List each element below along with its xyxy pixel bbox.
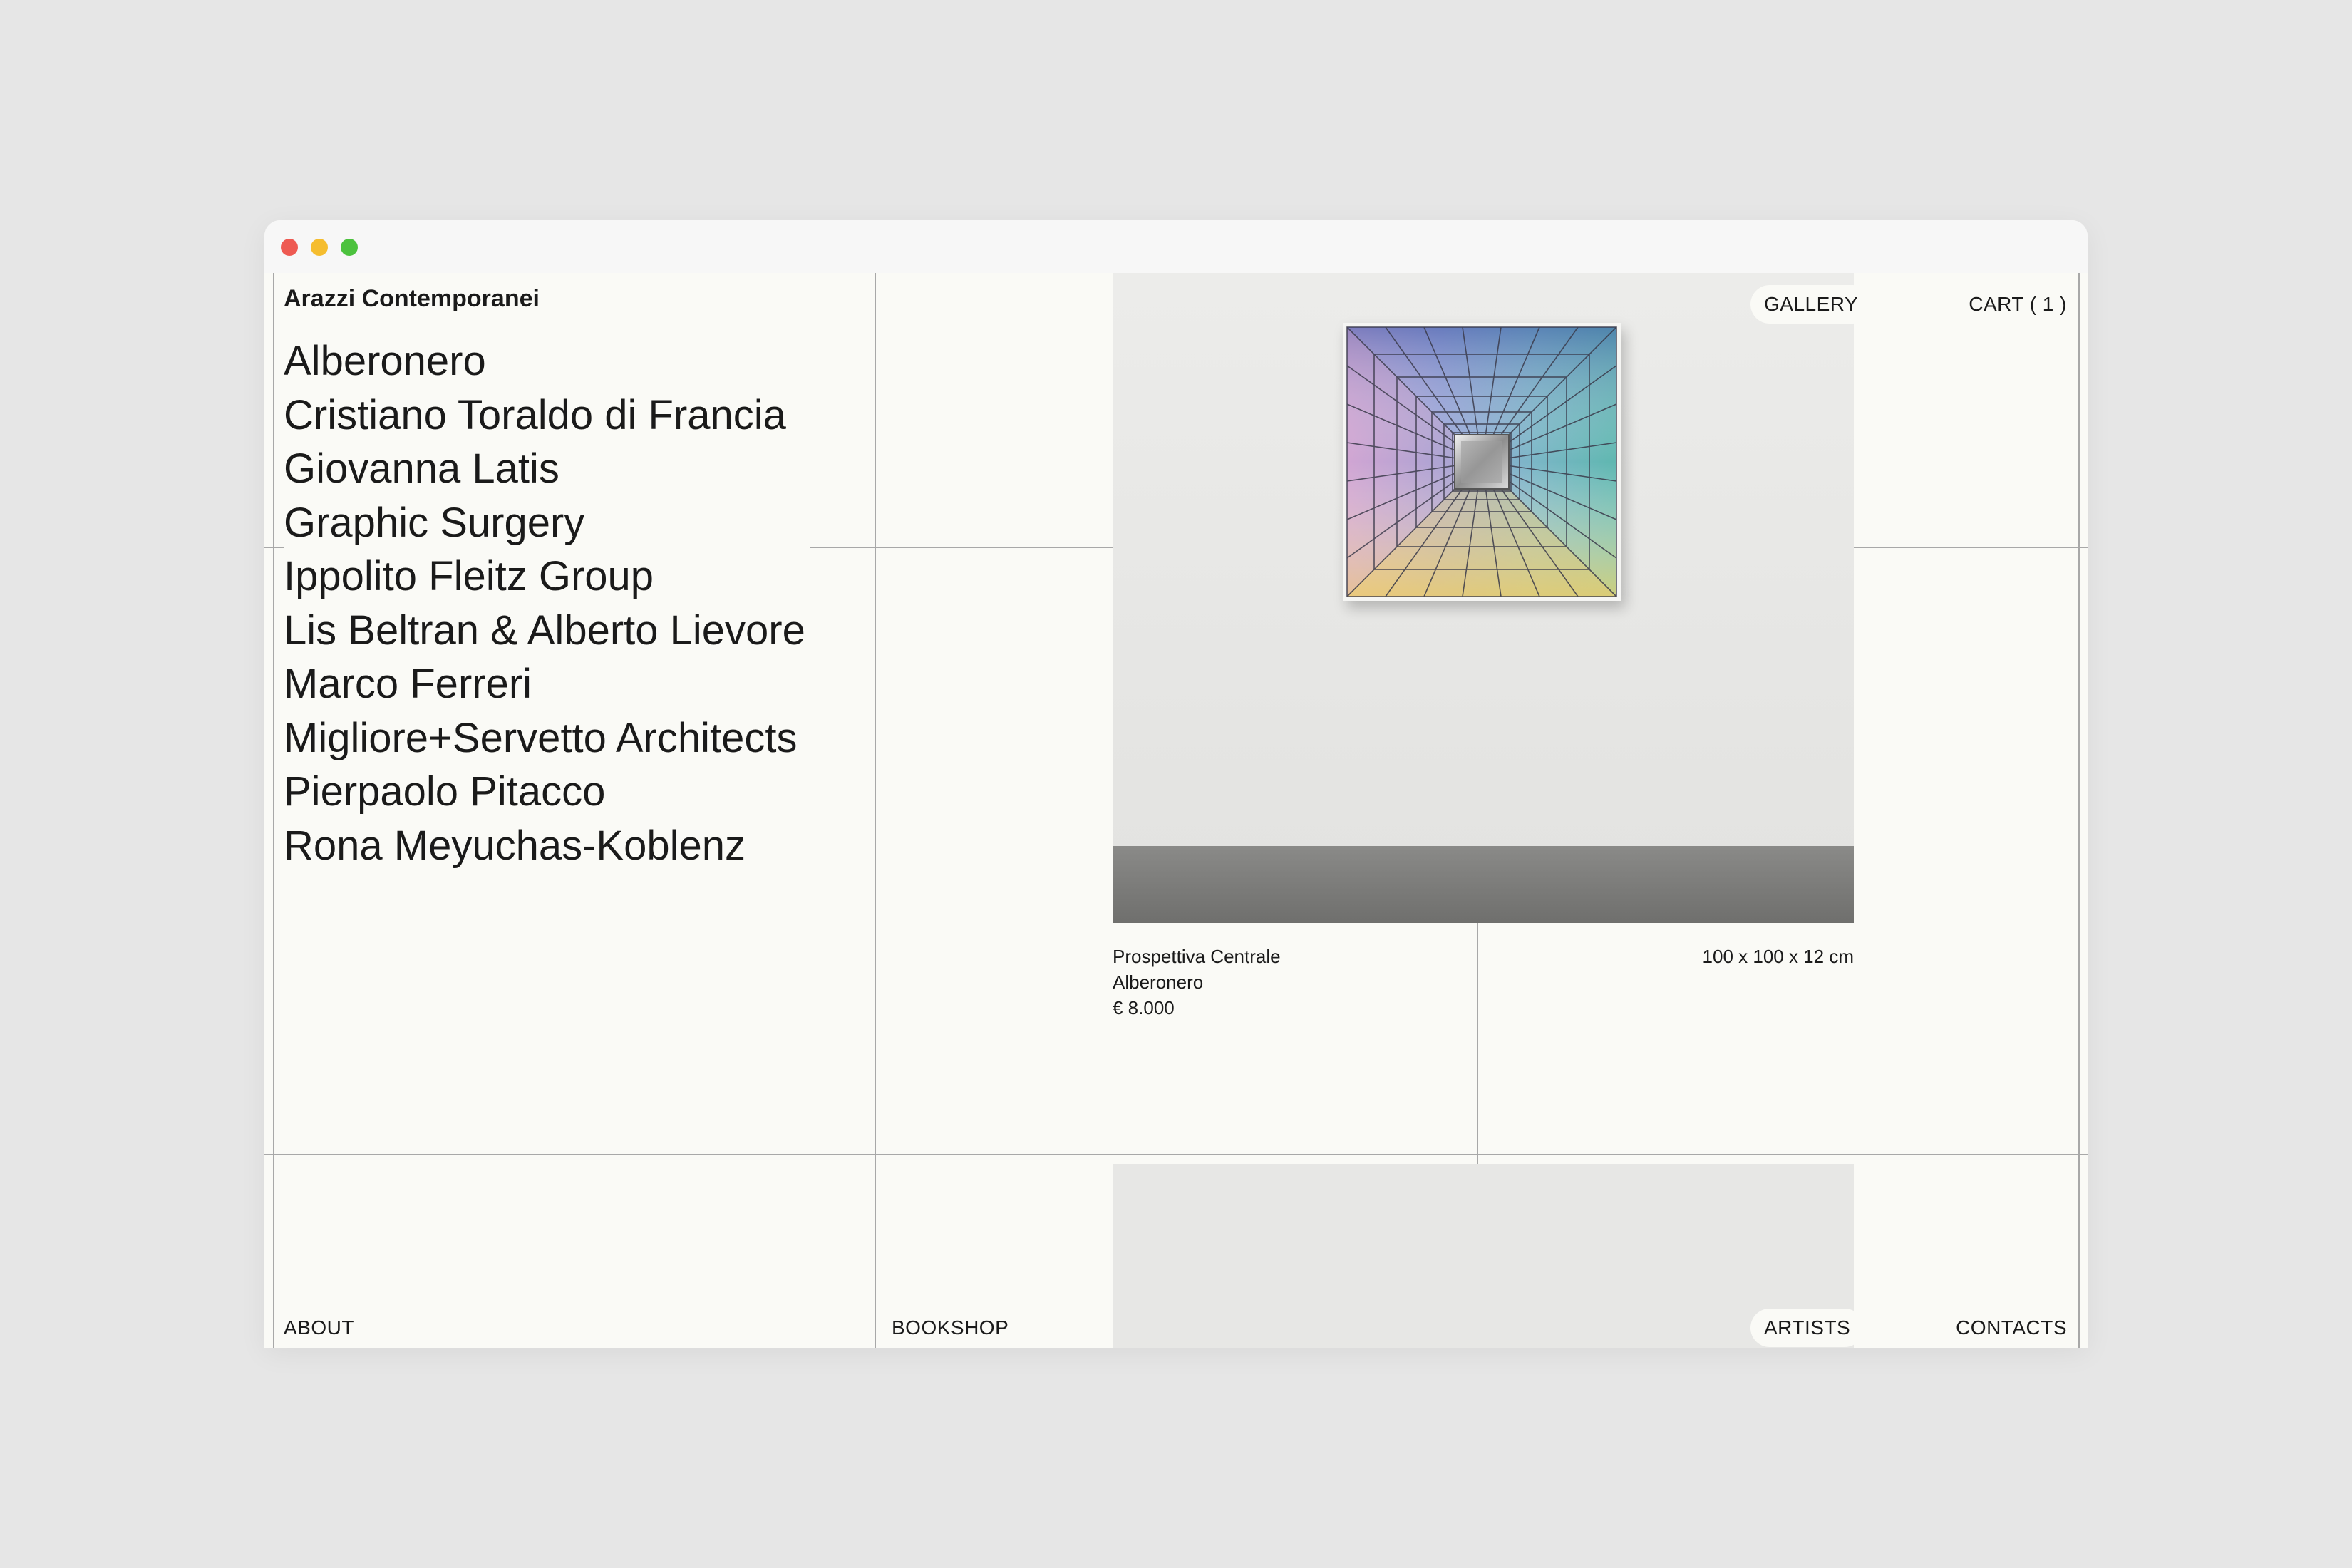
artist-list: Alberonero Cristiano Toraldo di Francia … — [284, 334, 810, 872]
gallery-floor — [1113, 846, 1854, 923]
artist-link[interactable]: Giovanna Latis — [284, 442, 810, 496]
grid-line — [1477, 923, 1478, 1164]
contacts-link[interactable]: CONTACTS — [1956, 1316, 2067, 1340]
artwork-title: Prospettiva Centrale — [1113, 946, 1281, 967]
artist-link[interactable]: Ippolito Fleitz Group — [284, 550, 810, 604]
grid-line — [875, 273, 876, 1348]
artwork-dimensions: 100 x 100 x 12 cm — [1702, 946, 1854, 967]
tapestry-artwork-image — [1343, 323, 1621, 601]
page-content: Arazzi Contemporanei Alberonero Cristian… — [264, 273, 2088, 1348]
artwork-photo[interactable] — [1113, 273, 1854, 923]
grid-line — [273, 273, 274, 1348]
artist-link[interactable]: Pierpaolo Pitacco — [284, 765, 810, 819]
close-window-icon[interactable] — [281, 239, 298, 256]
browser-window: Arazzi Contemporanei Alberonero Cristian… — [264, 220, 2088, 1348]
next-artwork-photo[interactable] — [1113, 1164, 1854, 1348]
minimize-window-icon[interactable] — [311, 239, 328, 256]
grid-line — [2078, 273, 2080, 1348]
artwork-artist[interactable]: Alberonero — [1113, 969, 1203, 995]
grid-line — [264, 1154, 2088, 1155]
artist-link[interactable]: Alberonero — [284, 334, 810, 388]
zoom-window-icon[interactable] — [341, 239, 358, 256]
about-link[interactable]: ABOUT — [284, 1316, 354, 1340]
artist-link[interactable]: Migliore+Servetto Architects — [284, 711, 810, 765]
artist-link[interactable]: Rona Meyuchas-Koblenz — [284, 818, 810, 872]
site-title[interactable]: Arazzi Contemporanei — [284, 284, 540, 313]
gallery-nav-button[interactable]: GALLERY — [1750, 285, 1872, 324]
cart-link[interactable]: CART ( 1 ) — [1969, 292, 2067, 316]
artist-link[interactable]: Graphic Surgery — [284, 495, 810, 550]
artist-link[interactable]: Lis Beltran & Alberto Lievore — [284, 603, 810, 657]
artist-link[interactable]: Marco Ferreri — [284, 657, 810, 711]
artist-link[interactable]: Cristiano Toraldo di Francia — [284, 388, 810, 442]
artwork-price: € 8.000 — [1113, 997, 1175, 1018]
window-titlebar — [264, 220, 2088, 273]
bookshop-link[interactable]: BOOKSHOP — [892, 1316, 1009, 1340]
artists-nav-button[interactable]: ARTISTS — [1750, 1309, 1864, 1347]
